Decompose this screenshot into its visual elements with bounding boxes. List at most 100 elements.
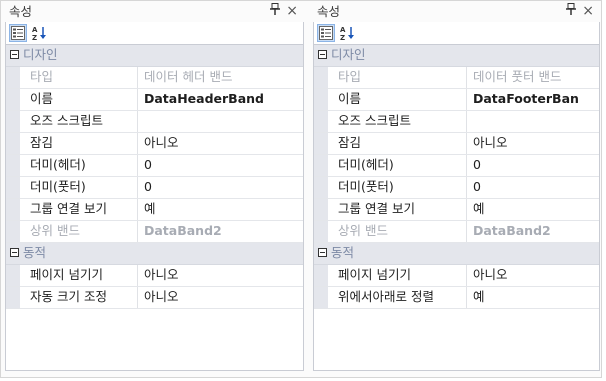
- property-value[interactable]: DataFooterBan: [467, 89, 599, 110]
- svg-text:A: A: [32, 26, 38, 34]
- panel-titlebar: 속성 ×: [313, 1, 600, 22]
- property-name: 오즈 스크립트: [338, 113, 411, 128]
- property-name: 잠김: [338, 135, 362, 150]
- property-value[interactable]: 아니오: [467, 265, 599, 286]
- property-value[interactable]: 예: [467, 199, 599, 220]
- category-label: 디자인: [23, 47, 58, 62]
- property-name: 그룹 연결 보기: [338, 201, 415, 216]
- property-value[interactable]: 예: [467, 287, 599, 308]
- property-value[interactable]: DataBand2: [467, 221, 599, 242]
- category-row[interactable]: 디자인: [314, 45, 599, 67]
- property-row[interactable]: 자동 크기 조정 아니오: [6, 287, 303, 309]
- row-margin: [314, 221, 328, 242]
- property-grid: 디자인타입 데이터 헤더 밴드이름 DataHeaderBand 오즈 스크립트 잠김 아…: [6, 44, 303, 309]
- svg-text:Z: Z: [32, 34, 37, 41]
- property-value[interactable]: [467, 111, 599, 132]
- property-row[interactable]: 페이지 넘기기 아니오: [6, 265, 303, 287]
- row-margin: [314, 265, 328, 286]
- property-value[interactable]: 아니오: [138, 287, 303, 308]
- property-row[interactable]: 그룹 연결 보기 예: [6, 199, 303, 221]
- row-margin: [6, 111, 20, 132]
- property-name: 페이지 넘기기: [30, 267, 103, 282]
- row-margin: [314, 67, 328, 88]
- property-value[interactable]: [138, 111, 303, 132]
- properties-panel-right: 속성 × A Z 디자인타입 데이터 풋터 밴드이름 DataFooterBan 오즈 스크립…: [313, 1, 600, 371]
- property-value[interactable]: 아니오: [138, 265, 303, 286]
- pin-icon[interactable]: [270, 1, 280, 22]
- panel-title: 속성: [9, 4, 33, 19]
- category-row[interactable]: 동적: [6, 243, 303, 265]
- property-name: 더미(풋터): [338, 179, 394, 194]
- property-name: 타입: [338, 69, 362, 84]
- collapse-icon[interactable]: [318, 50, 327, 59]
- property-row[interactable]: 페이지 넘기기 아니오: [314, 265, 599, 287]
- row-margin: [314, 155, 328, 176]
- property-value[interactable]: 예: [138, 199, 303, 220]
- panel-titlebar: 속성 ×: [5, 1, 304, 22]
- alphabetical-button[interactable]: AZ: [30, 24, 48, 42]
- row-margin: [314, 177, 328, 198]
- property-name: 위에서아래로 정렬: [338, 289, 434, 304]
- property-row[interactable]: 이름 DataHeaderBand: [6, 89, 303, 111]
- property-value[interactable]: DataHeaderBand: [138, 89, 303, 110]
- property-row[interactable]: 타입 데이터 풋터 밴드: [314, 67, 599, 89]
- collapse-icon[interactable]: [10, 50, 19, 59]
- property-value[interactable]: 0: [467, 155, 599, 176]
- property-row[interactable]: 잠김 아니오: [6, 133, 303, 155]
- row-margin: [6, 89, 20, 110]
- property-name: 자동 크기 조정: [30, 289, 107, 304]
- property-value[interactable]: 데이터 헤더 밴드: [138, 67, 303, 88]
- property-value[interactable]: 아니오: [467, 133, 599, 154]
- alphabetical-button[interactable]: AZ: [338, 24, 356, 42]
- property-name: 더미(헤더): [338, 157, 394, 172]
- property-name: 이름: [30, 91, 54, 106]
- category-row[interactable]: 동적: [314, 243, 599, 265]
- row-margin: [6, 221, 20, 242]
- property-grid: 디자인 타입 데이터 풋터 밴드 이름 DataFooterBan 오즈 스크립트 잠김 아니…: [314, 44, 599, 309]
- property-value[interactable]: 0: [138, 155, 303, 176]
- close-icon[interactable]: ×: [582, 1, 594, 22]
- property-name: 상위 밴드: [30, 223, 80, 238]
- properties-panel-left: 속성 × A Z 디자인타입 데이터 헤더 밴드이름 DataHeaderBand 오즈 스크…: [5, 1, 304, 371]
- property-row[interactable]: 더미(헤더) 0: [6, 155, 303, 177]
- row-margin: [6, 133, 20, 154]
- property-row[interactable]: 그룹 연결 보기 예: [314, 199, 599, 221]
- property-value[interactable]: 0: [138, 177, 303, 198]
- row-margin: [314, 89, 328, 110]
- category-row[interactable]: 디자인: [6, 45, 303, 67]
- property-name: 이름: [338, 91, 362, 106]
- row-margin: [6, 67, 20, 88]
- property-row[interactable]: 더미(헤더) 0: [314, 155, 599, 177]
- svg-text:Z: Z: [340, 34, 345, 41]
- property-row[interactable]: 오즈 스크립트: [6, 111, 303, 133]
- collapse-icon[interactable]: [318, 248, 327, 257]
- row-margin: [314, 287, 328, 308]
- property-name: 더미(풋터): [30, 179, 86, 194]
- property-value[interactable]: 데이터 풋터 밴드: [467, 67, 599, 88]
- panel-title: 속성: [317, 4, 341, 19]
- close-icon[interactable]: ×: [286, 1, 298, 22]
- property-name: 타입: [30, 69, 54, 84]
- property-name: 상위 밴드: [338, 223, 388, 238]
- row-margin: [6, 265, 20, 286]
- property-value[interactable]: DataBand2: [138, 221, 303, 242]
- panel-toolbar: AZ: [314, 22, 599, 44]
- category-label: 동적: [331, 245, 355, 260]
- pin-icon[interactable]: [566, 1, 576, 22]
- property-row[interactable]: 이름 DataFooterBan: [314, 89, 599, 111]
- property-row[interactable]: 타입 데이터 헤더 밴드: [6, 67, 303, 89]
- collapse-icon[interactable]: [10, 248, 19, 257]
- property-row[interactable]: 잠김 아니오: [314, 133, 599, 155]
- property-row[interactable]: 더미(풋터) 0: [6, 177, 303, 199]
- property-row[interactable]: 상위 밴드 DataBand2: [6, 221, 303, 243]
- property-row[interactable]: 오즈 스크립트: [314, 111, 599, 133]
- category-label: 디자인: [331, 47, 366, 62]
- property-value[interactable]: 아니오: [138, 133, 303, 154]
- property-row[interactable]: 상위 밴드 DataBand2: [314, 221, 599, 243]
- property-value[interactable]: 0: [467, 177, 599, 198]
- categorized-button[interactable]: [9, 24, 27, 42]
- categorized-button[interactable]: [317, 24, 335, 42]
- category-label: 동적: [23, 245, 47, 260]
- property-row[interactable]: 위에서아래로 정렬 예: [314, 287, 599, 309]
- property-row[interactable]: 더미(풋터) 0: [314, 177, 599, 199]
